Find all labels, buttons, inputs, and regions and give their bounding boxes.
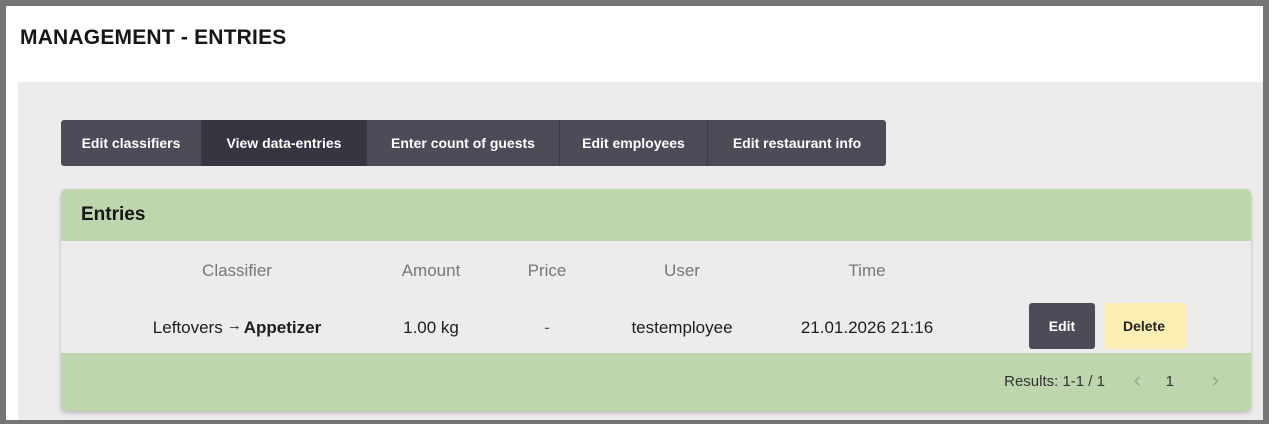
results-count: Results: 1-1 / 1 xyxy=(1004,373,1105,390)
tab-enter-count-of-guests[interactable]: Enter count of guests xyxy=(367,120,560,166)
cell-user: testemployee xyxy=(631,318,733,337)
classifier-parent: Leftovers xyxy=(152,318,223,337)
page-title: MANAGEMENT - ENTRIES xyxy=(20,26,287,49)
cell-amount: 1.00 kg xyxy=(403,318,459,337)
tab-view-data-entries[interactable]: View data-entries xyxy=(202,120,367,166)
delete-button[interactable]: Delete xyxy=(1103,303,1185,349)
pagination-bar: Results: 1-1 / 1 ‹ 1 › xyxy=(61,353,1251,411)
chevron-right-icon[interactable]: › xyxy=(1212,367,1219,393)
tab-bar: Edit classifiers View data-entries Enter… xyxy=(61,120,886,166)
column-header-amount: Amount xyxy=(401,261,461,280)
cell-classifier: Leftovers → Appetizer xyxy=(152,317,322,338)
tab-edit-classifiers[interactable]: Edit classifiers xyxy=(61,120,202,166)
cell-time: 21.01.2026 21:16 xyxy=(800,318,934,337)
content-area: Edit classifiers View data-entries Enter… xyxy=(18,82,1263,420)
chevron-left-icon[interactable]: ‹ xyxy=(1134,367,1141,393)
column-header-classifier: Classifier xyxy=(202,261,272,280)
classifier-child: Appetizer xyxy=(243,318,322,337)
cell-price: - xyxy=(544,318,550,337)
column-header-time: Time xyxy=(848,261,886,280)
tab-edit-restaurant-info[interactable]: Edit restaurant info xyxy=(708,120,886,166)
entries-title: Entries xyxy=(81,204,146,225)
tab-edit-employees[interactable]: Edit employees xyxy=(560,120,708,166)
column-header-user: User xyxy=(664,261,700,280)
entries-card-header: Entries xyxy=(61,189,1251,241)
arrow-right-icon: → xyxy=(226,317,242,334)
page-number[interactable]: 1 xyxy=(1166,373,1174,390)
column-header-price: Price xyxy=(527,261,567,280)
edit-button[interactable]: Edit xyxy=(1029,303,1095,349)
entries-card: Entries Classifier Amount Price User Tim… xyxy=(61,189,1251,411)
app-frame: MANAGEMENT - ENTRIES Edit classifiers Vi… xyxy=(6,6,1263,420)
entries-table: Classifier Amount Price User Time Leftov… xyxy=(61,241,1251,353)
